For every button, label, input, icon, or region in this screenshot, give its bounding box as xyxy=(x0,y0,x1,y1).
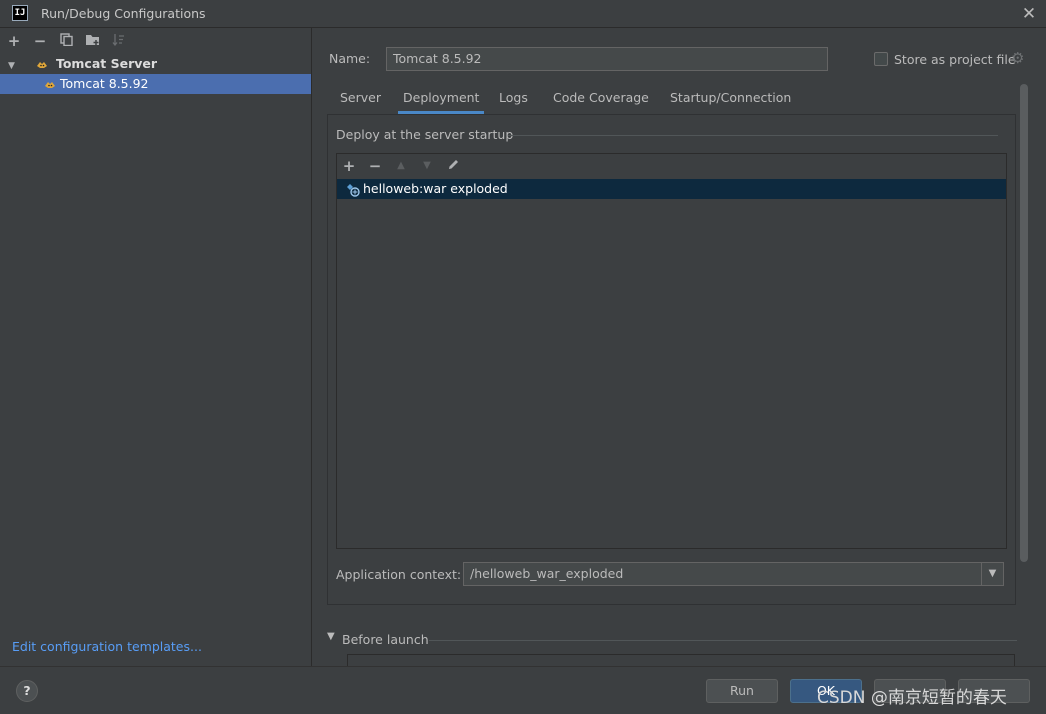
gear-icon[interactable]: ⚙ xyxy=(1011,49,1024,67)
tree-item-tomcat-8-5-92[interactable]: Tomcat 8.5.92 xyxy=(0,74,311,94)
name-input[interactable]: Tomcat 8.5.92 xyxy=(386,47,828,71)
tab-server[interactable]: Server xyxy=(340,88,381,114)
folder-add-icon[interactable] xyxy=(82,31,102,51)
dialog-button-bar: ? Run OK CSDN @南京短暂的春天 xyxy=(0,666,1046,714)
move-down-icon[interactable]: ▼ xyxy=(416,156,438,176)
section-divider xyxy=(508,135,998,136)
chevron-down-icon[interactable]: ▼ xyxy=(981,563,1003,585)
add-icon[interactable]: + xyxy=(4,31,24,51)
title-bar: IJ Run/Debug Configurations ✕ xyxy=(0,0,1046,28)
section-divider xyxy=(429,640,1017,641)
config-tree: ▼ Tomcat Server Tomcat 8.5.92 xyxy=(0,54,311,94)
tree-item-label: Tomcat 8.5.92 xyxy=(60,76,149,91)
tab-code-coverage[interactable]: Code Coverage xyxy=(553,88,649,114)
csdn-watermark: CSDN @南京短暂的春天 xyxy=(817,688,1007,708)
intellij-logo-icon: IJ xyxy=(12,5,28,21)
close-icon[interactable]: ✕ xyxy=(1018,3,1040,25)
deploy-artifact-list: + − ▲ ▼ helloweb:war exploded xyxy=(336,153,1007,549)
help-button[interactable]: ? xyxy=(16,680,38,702)
deployment-tab-content: Deploy at the server startup + − ▲ ▼ hel… xyxy=(327,114,1016,605)
store-as-project-file-checkbox[interactable] xyxy=(874,52,888,66)
remove-icon[interactable]: − xyxy=(364,156,386,176)
move-up-icon[interactable]: ▲ xyxy=(390,156,412,176)
tree-group-label: Tomcat Server xyxy=(55,56,158,71)
application-context-label: Application context: xyxy=(336,567,462,582)
add-icon[interactable]: + xyxy=(338,156,360,176)
tab-logs[interactable]: Logs xyxy=(499,88,528,114)
tab-deployment[interactable]: Deployment xyxy=(398,88,485,114)
name-label: Name: xyxy=(329,51,371,66)
list-item[interactable]: helloweb:war exploded xyxy=(337,179,1006,199)
application-context-combobox[interactable]: /helloweb_war_exploded ▼ xyxy=(463,562,1004,586)
vertical-scrollbar[interactable] xyxy=(1020,84,1028,562)
copy-icon[interactable] xyxy=(56,31,76,51)
deploy-section-title: Deploy at the server startup xyxy=(336,127,514,142)
tomcat-icon xyxy=(45,81,55,88)
chevron-down-icon[interactable]: ▼ xyxy=(327,631,335,642)
sort-icon[interactable] xyxy=(108,31,128,51)
tree-group-tomcat-server[interactable]: ▼ Tomcat Server xyxy=(0,54,311,74)
tomcat-icon xyxy=(36,61,47,68)
config-tree-panel: + − ▼ Tomcat Server Tomcat 8.5.92 Edit c… xyxy=(0,28,312,666)
edit-configuration-templates-link[interactable]: Edit configuration templates... xyxy=(12,639,202,654)
store-as-project-file-label[interactable]: Store as project file xyxy=(894,52,1016,67)
edit-icon[interactable] xyxy=(442,156,464,176)
application-context-value[interactable]: /helloweb_war_exploded xyxy=(470,566,623,581)
run-button[interactable]: Run xyxy=(706,679,778,703)
before-launch-label[interactable]: Before launch xyxy=(342,632,429,647)
window-title: Run/Debug Configurations xyxy=(41,6,206,21)
artifact-exploded-icon xyxy=(347,184,360,197)
chevron-down-icon[interactable]: ▼ xyxy=(8,56,22,76)
before-launch-task-list xyxy=(347,654,1015,666)
config-details-panel: Name: Tomcat 8.5.92 Store as project fil… xyxy=(313,28,1046,666)
remove-icon[interactable]: − xyxy=(30,31,50,51)
artifact-label: helloweb:war exploded xyxy=(363,181,508,196)
tab-startup-connection[interactable]: Startup/Connection xyxy=(670,88,791,114)
